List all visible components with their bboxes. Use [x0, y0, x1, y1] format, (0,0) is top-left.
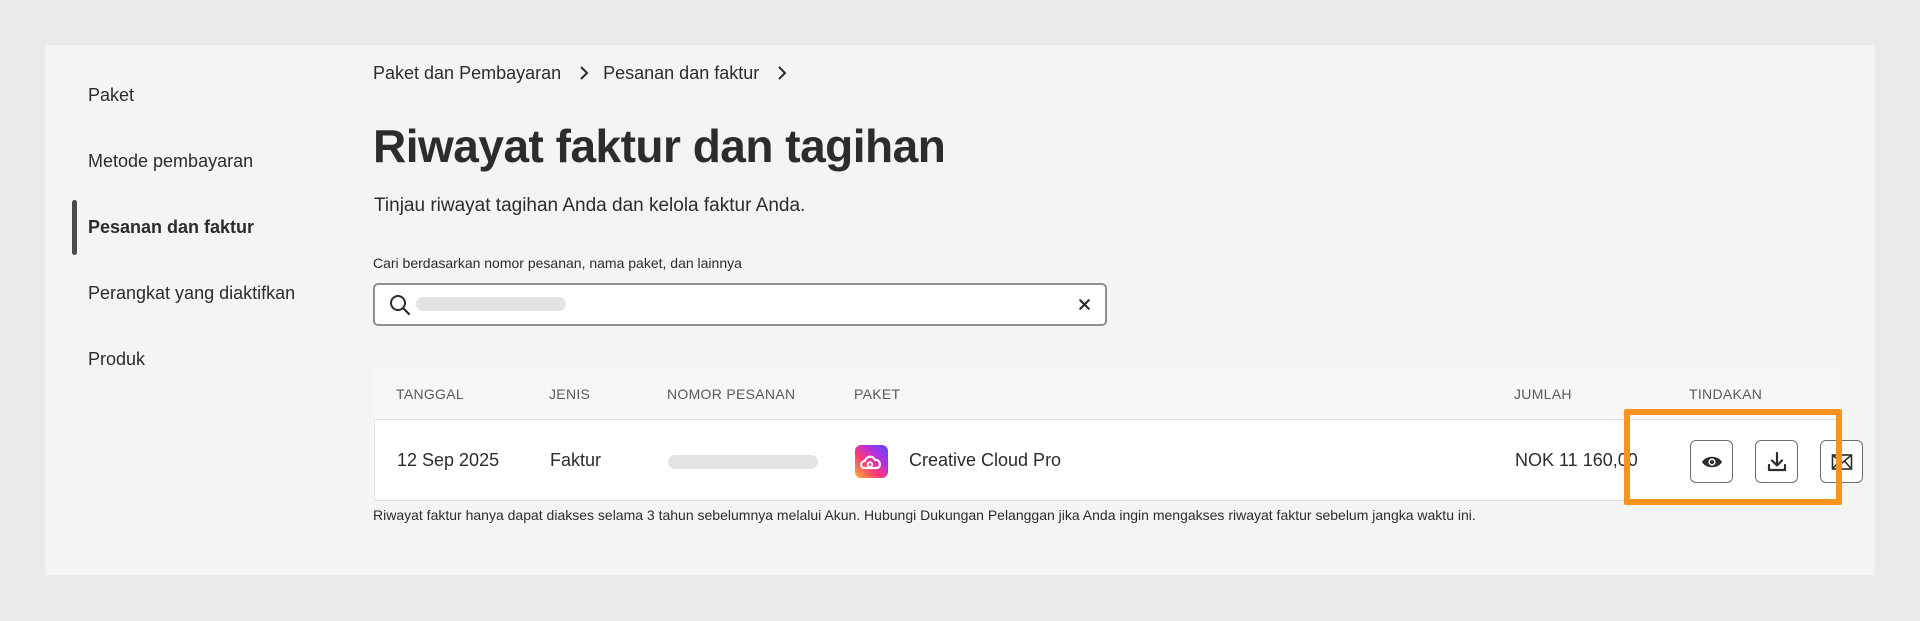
eye-icon	[1701, 456, 1722, 467]
page-subtitle: Tinjau riwayat tagihan Anda dan kelola f…	[374, 195, 806, 216]
clear-icon[interactable]	[1076, 296, 1093, 313]
sidebar-item-activated-devices[interactable]: Perangkat yang diaktifkan	[88, 283, 295, 304]
redacted-order-number	[668, 455, 818, 469]
invoice-table: TANGGAL JENIS NOMOR PESANAN PAKET JUMLAH…	[374, 368, 1863, 501]
cell-plan: Creative Cloud Pro	[909, 450, 1062, 470]
creative-cloud-icon	[855, 445, 888, 478]
search-label: Cari berdasarkan nomor pesanan, nama pak…	[373, 255, 742, 271]
column-header-order-number[interactable]: NOMOR PESANAN	[667, 386, 795, 402]
sidebar-item-products[interactable]: Produk	[88, 349, 145, 370]
column-header-plan[interactable]: PAKET	[854, 386, 900, 402]
download-invoice-button[interactable]	[1755, 440, 1798, 483]
cell-type: Faktur	[550, 450, 602, 470]
sidebar-nav: Paket Metode pembayaran Pesanan dan fakt…	[45, 45, 375, 575]
chevron-right-icon	[777, 66, 787, 80]
chevron-right-icon	[579, 66, 589, 80]
footnote: Riwayat faktur hanya dapat diakses selam…	[373, 507, 1476, 523]
search-icon	[390, 295, 411, 316]
account-panel: Paket Metode pembayaran Pesanan dan fakt…	[45, 45, 1875, 575]
breadcrumb: Paket dan Pembayaran Pesanan dan faktur	[373, 61, 801, 85]
mail-icon	[1831, 453, 1852, 470]
cell-date: 12 Sep 2025	[397, 450, 500, 470]
column-header-date[interactable]: TANGGAL	[396, 386, 464, 402]
page-title: Riwayat faktur dan tagihan	[373, 120, 946, 172]
email-invoice-button[interactable]	[1820, 440, 1863, 483]
column-header-amount[interactable]: JUMLAH	[1514, 386, 1572, 402]
download-icon	[1767, 451, 1786, 471]
sidebar-item-payment-methods[interactable]: Metode pembayaran	[88, 151, 253, 172]
cell-amount: NOK 11 160,00	[1515, 450, 1638, 470]
table-header: TANGGAL JENIS NOMOR PESANAN PAKET JUMLAH…	[374, 368, 1839, 419]
sidebar-item-plans[interactable]: Paket	[88, 85, 134, 106]
sidebar-active-indicator	[72, 200, 77, 255]
column-header-type[interactable]: JENIS	[549, 386, 590, 402]
view-invoice-button[interactable]	[1690, 440, 1733, 483]
search-input[interactable]	[417, 292, 1057, 318]
breadcrumb-plans-payment[interactable]: Paket dan Pembayaran	[373, 63, 561, 84]
breadcrumb-orders-invoices[interactable]: Pesanan dan faktur	[603, 63, 759, 84]
column-header-actions: TINDAKAN	[1689, 386, 1763, 402]
sidebar-item-orders-invoices[interactable]: Pesanan dan faktur	[88, 217, 254, 238]
table-row: 12 Sep 2025 Faktur Creative Cloud Pro NO…	[374, 419, 1863, 501]
search-field[interactable]	[373, 283, 1107, 326]
